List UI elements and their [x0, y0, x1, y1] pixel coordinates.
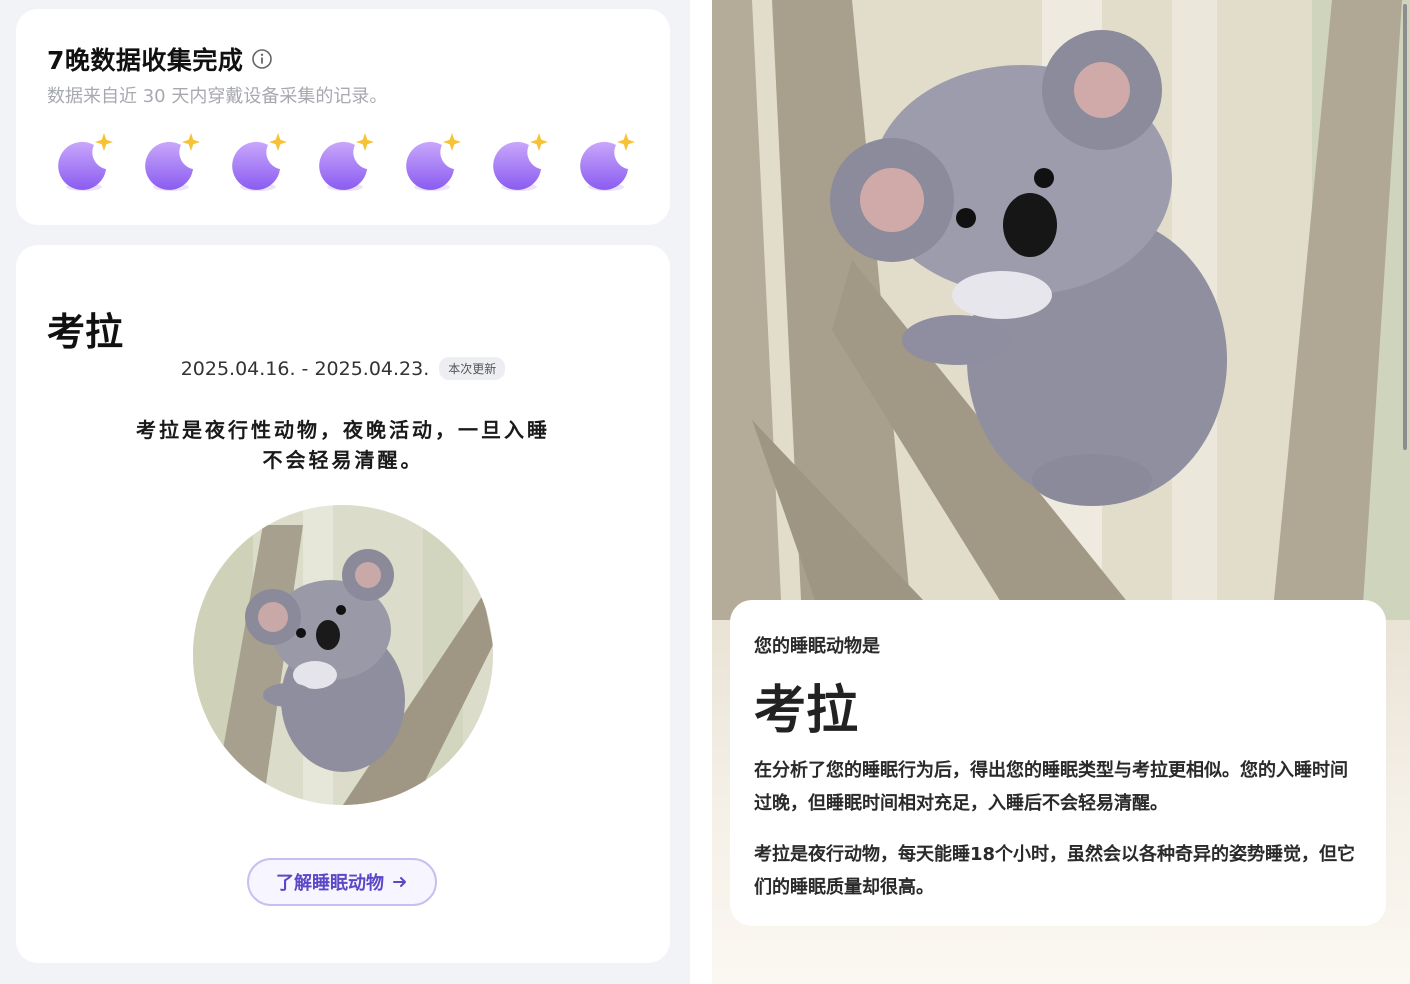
animal-fact-paragraph: 考拉是夜行动物，每天能睡18个小时，虽然会以各种奇异的姿势睡觉，但它们的睡眠质量…: [754, 844, 1356, 898]
sleep-animal-info-card: 您的睡眠动物是 考拉 在分析了您的睡眠行为后，得出您的睡眠类型与考拉更相似。您的…: [730, 600, 1386, 926]
date-range: 2025.04.16. - 2025.04.23.: [180, 357, 430, 380]
collection-title-row: 7晚数据收集完成: [47, 41, 273, 77]
arrow-right-icon: [393, 877, 406, 887]
collection-title: 7晚数据收集完成: [47, 46, 244, 75]
moon-star-icon: [315, 127, 379, 197]
result-label: 您的睡眠动物是: [754, 636, 880, 657]
result-animal-name: 考拉: [754, 681, 859, 741]
moon-star-icon: [54, 127, 118, 197]
koala-illustration: [193, 505, 493, 805]
moon-star-icon: [489, 127, 553, 197]
learn-sleep-animal-button[interactable]: 了解睡眠动物: [247, 858, 437, 906]
scrollbar[interactable]: [1403, 4, 1407, 450]
moon-star-icon: [141, 127, 205, 197]
sleep-animal-card: 考拉 2025.04.16. - 2025.04.23. 本次更新 考拉是夜行性…: [16, 245, 670, 963]
learn-button-label: 了解睡眠动物: [276, 873, 384, 894]
sleep-animal-detail-panel: 您的睡眠动物是 考拉 在分析了您的睡眠行为后，得出您的睡眠类型与考拉更相似。您的…: [712, 0, 1410, 984]
info-circle-icon[interactable]: [251, 48, 273, 70]
date-row: 2025.04.16. - 2025.04.23. 本次更新: [16, 357, 670, 380]
nights-row: [54, 127, 640, 197]
collection-subtitle: 数据来自近 30 天内穿戴设备采集的记录。: [47, 86, 388, 107]
moon-star-icon: [576, 127, 640, 197]
data-collection-card: 7晚数据收集完成 数据来自近 30 天内穿戴设备采集的记录。: [16, 9, 670, 225]
moon-star-icon: [228, 127, 292, 197]
koala-hero-illustration: [712, 0, 1410, 620]
update-badge: 本次更新: [439, 357, 506, 380]
sleep-summary-panel: 7晚数据收集完成 数据来自近 30 天内穿戴设备采集的记录。 考拉 2025.0…: [0, 0, 690, 984]
animal-name: 考拉: [47, 310, 124, 354]
animal-description: 考拉是夜行性动物，夜晚活动，一旦入睡不会轻易清醒。: [136, 418, 550, 472]
analysis-paragraph: 在分析了您的睡眠行为后，得出您的睡眠类型与考拉更相似。您的入睡时间过晚，但睡眠时…: [754, 760, 1348, 814]
moon-star-icon: [402, 127, 466, 197]
